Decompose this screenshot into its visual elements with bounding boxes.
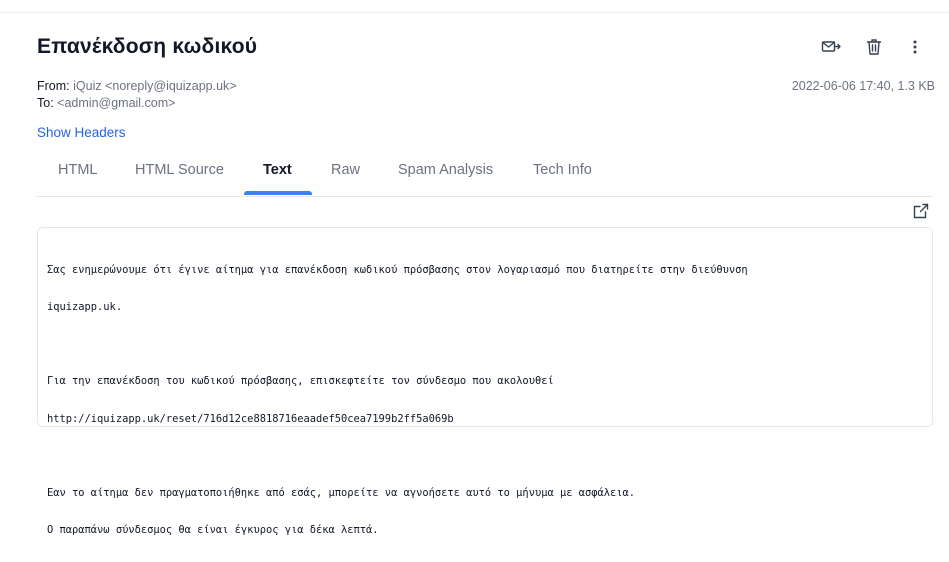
more-vertical-icon[interactable] [902,36,928,58]
show-headers-link[interactable]: Show Headers [37,125,126,140]
body-line [47,450,932,462]
from-label: From: [37,79,70,93]
forward-mail-icon[interactable] [818,36,844,58]
to-row: To: <admin@gmail.com> [37,96,175,110]
reset-link: http://iquizapp.uk/reset/716d12ce8818716… [47,412,454,425]
from-row: From: iQuiz <noreply@iquizapp.uk> [37,79,237,93]
tab-spam-analysis[interactable]: Spam Analysis [398,162,493,178]
body-line: Σας ενημερώνουμε ότι έγινε αίτημα για επ… [47,263,748,276]
date-size: 2022-06-06 17:40, 1.3 KB [791,79,935,93]
body-line [47,338,932,350]
tab-raw[interactable]: Raw [331,162,360,178]
body-line: Για την επανέκδοση του κωδικού πρόσβασης… [47,375,554,388]
to-label: To: [37,96,54,110]
body-line: Εαν το αίτημα δεν πραγματοποιήθηκε από ε… [47,487,636,500]
trash-icon[interactable] [861,36,887,58]
top-divider [0,12,949,13]
message-body-text: Σας ενημερώνουμε ότι έγινε αίτημα για επ… [38,228,932,562]
tab-tech-info[interactable]: Tech Info [533,162,592,178]
body-line: iquizapp.uk. [47,301,123,314]
view-tabs: HTML HTML Source Text Raw Spam Analysis … [37,150,933,197]
open-external-icon[interactable] [912,202,930,220]
tab-html[interactable]: HTML [58,162,97,178]
body-line: Ο παραπάνω σύνδεσμος θα είναι έγκυρος γι… [47,524,379,537]
active-tab-indicator [244,191,312,195]
from-value: iQuiz <noreply@iquizapp.uk> [73,79,237,93]
message-body-panel: Σας ενημερώνουμε ότι έγινε αίτημα για επ… [37,227,933,536]
email-subject: Επανέκδοση κωδικού [37,35,258,58]
tab-html-source[interactable]: HTML Source [135,162,224,178]
tab-text[interactable]: Text [263,162,292,178]
message-actions [818,36,928,58]
to-value: <admin@gmail.com> [57,96,176,110]
